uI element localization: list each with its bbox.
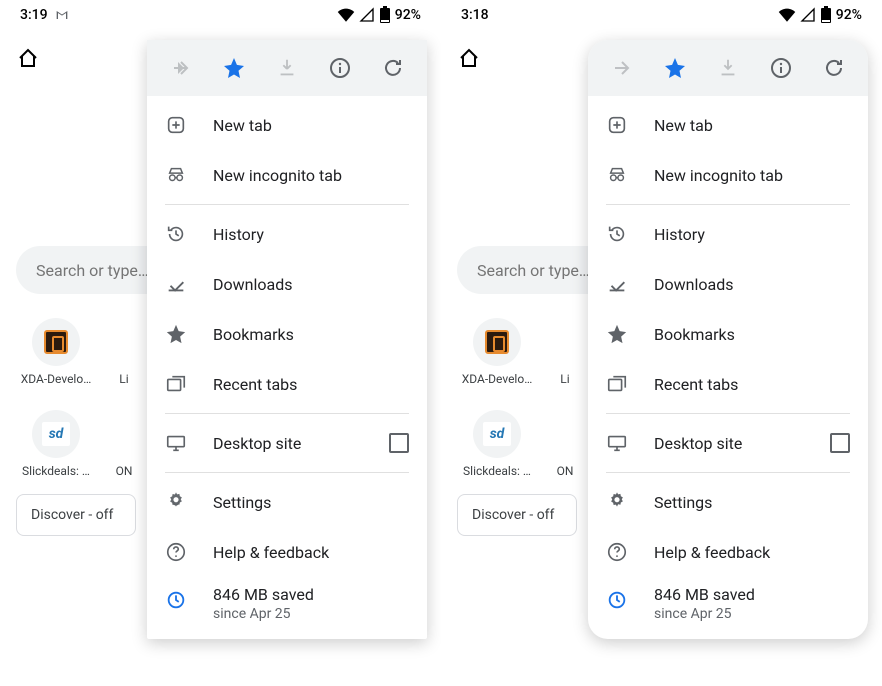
slickdeals-favicon: sd xyxy=(483,422,511,446)
menu-new-tab[interactable]: New tab xyxy=(147,100,427,150)
star-icon[interactable] xyxy=(222,56,246,80)
downloads-icon xyxy=(165,273,187,295)
battery-percent: 92% xyxy=(836,7,862,23)
menu-icon-row xyxy=(588,40,868,96)
battery-icon xyxy=(379,6,391,24)
gmail-icon xyxy=(54,7,70,23)
signal-icon xyxy=(800,7,816,23)
wifi-icon xyxy=(337,6,355,24)
menu-separator xyxy=(165,204,409,205)
wifi-icon xyxy=(778,6,796,24)
settings-icon xyxy=(165,491,187,513)
shortcut-xda[interactable]: XDA-Develo… xyxy=(457,318,537,386)
forward-icon[interactable] xyxy=(610,56,634,80)
xda-favicon xyxy=(44,330,68,354)
menu-history[interactable]: History xyxy=(147,209,427,259)
battery-percent: 92% xyxy=(395,7,421,23)
menu-icon-row xyxy=(147,40,427,96)
status-time: 3:19 xyxy=(20,7,48,23)
menu-separator xyxy=(606,413,850,414)
recent-tabs-icon xyxy=(606,373,628,395)
menu-incognito[interactable]: New incognito tab xyxy=(147,150,427,200)
desktop-icon xyxy=(606,432,628,454)
refresh-icon[interactable] xyxy=(381,56,405,80)
status-time: 3:18 xyxy=(461,7,489,23)
menu-data-saved[interactable]: 846 MB saved since Apr 25 xyxy=(147,577,427,635)
phone-left: 3:19 92% Search or type… XDA-Develo… xyxy=(0,0,441,686)
status-bar: 3:18 92% xyxy=(441,0,882,30)
menu-settings[interactable]: Settings xyxy=(588,477,868,527)
home-icon[interactable] xyxy=(16,46,40,70)
history-icon xyxy=(606,223,628,245)
plus-box-icon xyxy=(606,114,628,136)
discover-button[interactable]: Discover - off xyxy=(16,494,136,536)
desktop-site-checkbox[interactable] xyxy=(389,433,409,453)
menu-new-tab[interactable]: New tab xyxy=(588,100,868,150)
refresh-icon[interactable] xyxy=(822,56,846,80)
forward-icon[interactable] xyxy=(169,56,193,80)
download-icon[interactable] xyxy=(716,56,740,80)
info-icon[interactable] xyxy=(769,56,793,80)
help-icon xyxy=(606,541,628,563)
menu-downloads[interactable]: Downloads xyxy=(588,259,868,309)
shortcut-cut2[interactable]: ON xyxy=(553,410,577,478)
shortcut-xda[interactable]: XDA-Develo… xyxy=(16,318,96,386)
desktop-site-checkbox[interactable] xyxy=(830,433,850,453)
overflow-menu: New tab New incognito tab History Downlo… xyxy=(588,40,868,639)
menu-bookmarks[interactable]: Bookmarks xyxy=(588,309,868,359)
menu-incognito[interactable]: New incognito tab xyxy=(588,150,868,200)
bookmarks-icon xyxy=(165,323,187,345)
menu-history[interactable]: History xyxy=(588,209,868,259)
menu-help[interactable]: Help & feedback xyxy=(588,527,868,577)
battery-icon xyxy=(820,6,832,24)
xda-favicon xyxy=(485,330,509,354)
menu-recent-tabs[interactable]: Recent tabs xyxy=(147,359,427,409)
home-icon[interactable] xyxy=(457,46,481,70)
status-bar: 3:19 92% xyxy=(0,0,441,30)
phone-right: 3:18 92% Search or type… XDA-Develo… Li xyxy=(441,0,882,686)
slickdeals-favicon: sd xyxy=(42,422,70,446)
shortcut-slickdeals[interactable]: sd Slickdeals: … xyxy=(457,410,537,478)
plus-box-icon xyxy=(165,114,187,136)
shortcut-slickdeals[interactable]: sd Slickdeals: … xyxy=(16,410,96,478)
help-icon xyxy=(165,541,187,563)
menu-separator xyxy=(165,472,409,473)
menu-settings[interactable]: Settings xyxy=(147,477,427,527)
bookmarks-icon xyxy=(606,323,628,345)
menu-desktop-site[interactable]: Desktop site xyxy=(588,418,868,468)
menu-help[interactable]: Help & feedback xyxy=(147,527,427,577)
overflow-menu: New tab New incognito tab History Downlo… xyxy=(147,40,427,639)
shortcut-cut[interactable]: Li xyxy=(553,318,577,386)
shortcut-cut[interactable]: Li xyxy=(112,318,136,386)
info-icon[interactable] xyxy=(328,56,352,80)
incognito-icon xyxy=(606,164,628,186)
downloads-icon xyxy=(606,273,628,295)
download-icon[interactable] xyxy=(275,56,299,80)
recent-tabs-icon xyxy=(165,373,187,395)
data-saver-icon xyxy=(606,589,628,611)
signal-icon xyxy=(359,7,375,23)
desktop-icon xyxy=(165,432,187,454)
discover-button[interactable]: Discover - off xyxy=(457,494,577,536)
menu-data-saved[interactable]: 846 MB saved since Apr 25 xyxy=(588,577,868,635)
history-icon xyxy=(165,223,187,245)
incognito-icon xyxy=(165,164,187,186)
menu-separator xyxy=(606,472,850,473)
data-saver-icon xyxy=(165,589,187,611)
menu-recent-tabs[interactable]: Recent tabs xyxy=(588,359,868,409)
star-icon[interactable] xyxy=(663,56,687,80)
menu-separator xyxy=(165,413,409,414)
menu-desktop-site[interactable]: Desktop site xyxy=(147,418,427,468)
menu-downloads[interactable]: Downloads xyxy=(147,259,427,309)
shortcut-cut2[interactable]: ON xyxy=(112,410,136,478)
menu-bookmarks[interactable]: Bookmarks xyxy=(147,309,427,359)
menu-separator xyxy=(606,204,850,205)
settings-icon xyxy=(606,491,628,513)
